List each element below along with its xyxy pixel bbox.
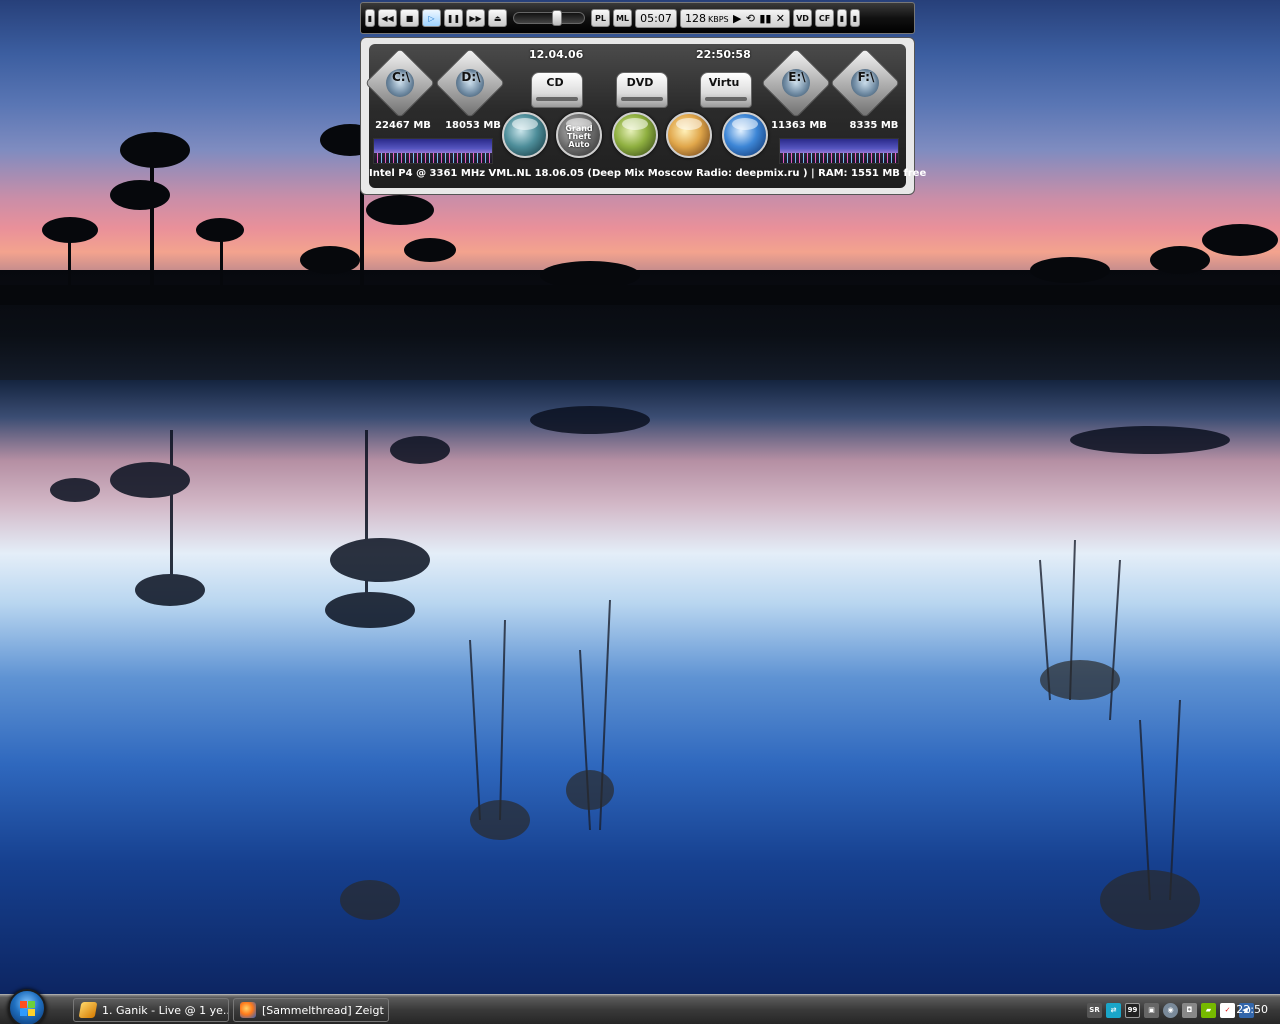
eject-button[interactable]: ⏏ (488, 9, 507, 27)
taskbar-clock[interactable]: 22:50 (1236, 1003, 1268, 1016)
playlist-button[interactable]: PL (591, 9, 610, 27)
drive-label: D:\ (461, 70, 481, 84)
start-button[interactable] (8, 989, 46, 1024)
drive-label: CD (546, 76, 564, 89)
vista-orb-icon[interactable] (722, 112, 768, 158)
taskbar-item-label: 1. Ganik - Live @ 1 ye... (102, 1003, 229, 1017)
drive-f[interactable]: F:\ (829, 47, 901, 119)
drive-label: DVD (626, 76, 654, 89)
wallpaper-thumbnail-right[interactable] (779, 138, 899, 164)
taskbar-item-winamp[interactable]: 1. Ganik - Live @ 1 ye... (73, 998, 229, 1022)
drive-f-free: 8335 MB (849, 120, 899, 131)
media-library-button[interactable]: ML (613, 9, 632, 27)
drive-c[interactable]: C:\ (364, 47, 436, 119)
system-monitor-inner: 12.04.06 22:50:58 C:\ D:\ CD DVD Virtu E… (364, 44, 927, 188)
taskbar: 1. Ganik - Live @ 1 ye... [Sammelthread]… (0, 989, 1280, 1024)
antivir-icon[interactable]: ✓ (1220, 1002, 1235, 1018)
equalizer-icon[interactable]: ▮▮ (759, 12, 771, 25)
nvidia-icon[interactable]: ▰ (1201, 1002, 1216, 1018)
shuffle-icon[interactable]: ✕ (776, 12, 785, 25)
drive-label: E:\ (788, 70, 806, 84)
steam-icon[interactable]: ◉ (1163, 1002, 1178, 1018)
sr-icon[interactable]: SR (1087, 1002, 1102, 1018)
drive-label: C:\ (392, 70, 410, 84)
repeat-icon[interactable]: ⟲ (746, 12, 755, 25)
drive-label: F:\ (857, 70, 875, 84)
play-arrow-icon[interactable]: ▶ (733, 12, 741, 25)
system-status-line: Intel P4 @ 3361 MHz VML.NL 18.06.05 (Dee… (369, 168, 927, 179)
status-lcd: 128 KBPS ▶ ⟲ ▮▮ ✕ (680, 8, 790, 28)
stop-button[interactable]: ■ (400, 9, 419, 27)
drive-d[interactable]: D:\ (434, 47, 506, 119)
camera-icon[interactable]: ◘ (1182, 1002, 1197, 1018)
security-icon[interactable]: ▣ (1144, 1002, 1159, 1018)
media-player-bar: ▮ ◀◀ ■ ▷ ❚❚ ▶▶ ⏏ PL ML 05:07 128 KBPS ▶ ⟲… (360, 2, 915, 34)
drive-virtual[interactable]: Virtu (692, 52, 756, 112)
seek-knob[interactable] (552, 10, 562, 26)
drive-cd[interactable]: CD (523, 52, 587, 112)
drive-dvd[interactable]: DVD (608, 52, 672, 112)
elapsed-time: 05:07 (640, 11, 672, 25)
drive-label: Virtu (708, 76, 740, 89)
half-life-orb-icon[interactable] (612, 112, 658, 158)
cpu-meter-icon[interactable]: 99 (1125, 1002, 1140, 1018)
system-monitor-panel: 12.04.06 22:50:58 C:\ D:\ CD DVD Virtu E… (360, 37, 927, 195)
gta-orb-icon[interactable]: Grand Theft Auto (556, 112, 602, 158)
player-right-edge-button[interactable]: ▮ (837, 9, 847, 27)
video-button[interactable]: VD (793, 9, 812, 27)
taskbar-item-label: [Sammelthread] Zeigt ... (262, 1003, 389, 1017)
gta-logo-text: Grand Theft Auto (565, 124, 593, 149)
pause-button[interactable]: ❚❚ (444, 9, 463, 27)
elapsed-time-display: 05:07 (635, 8, 677, 28)
bitrate: 128 KBPS (685, 11, 729, 25)
winamp-icon (78, 1002, 98, 1018)
wallpaper-thumbnail-left[interactable] (373, 138, 493, 164)
next-track-button[interactable]: ▶▶ (466, 9, 485, 27)
previous-track-button[interactable]: ◀◀ (378, 9, 397, 27)
seek-bar[interactable] (513, 10, 585, 26)
crossfade-button[interactable]: CF (815, 9, 834, 27)
drive-e[interactable]: E:\ (760, 47, 832, 119)
windows-logo-icon (20, 1001, 36, 1017)
drive-e-free: 11363 MB (771, 120, 827, 131)
play-button[interactable]: ▷ (422, 9, 441, 27)
face-orb-icon[interactable] (666, 112, 712, 158)
player-close-button[interactable]: ▮ (850, 9, 860, 27)
firefox-icon (240, 1002, 256, 1018)
network-icon[interactable]: ⇄ (1106, 1002, 1121, 1018)
drive-d-free: 18053 MB (445, 120, 501, 131)
steam-orb-icon[interactable] (502, 112, 548, 158)
drive-c-free: 22467 MB (375, 120, 431, 131)
taskbar-item-firefox[interactable]: [Sammelthread] Zeigt ... (233, 998, 389, 1022)
player-left-edge-button[interactable]: ▮ (365, 9, 375, 27)
